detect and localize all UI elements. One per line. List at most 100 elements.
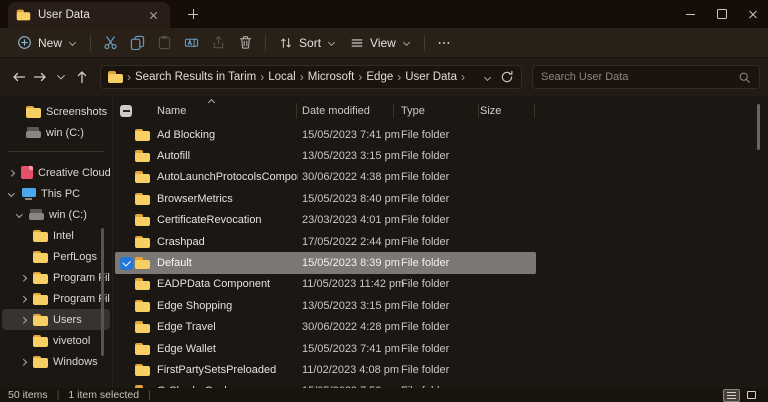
sidebar-item-label: Windows (53, 356, 98, 368)
expander-chevron-icon[interactable] (6, 189, 16, 199)
column-divider[interactable] (393, 103, 394, 118)
breadcrumb-segment[interactable]: User Data (405, 71, 457, 83)
expander-chevron-icon[interactable] (18, 336, 28, 346)
expander-chevron-icon[interactable] (14, 210, 24, 220)
select-all-checkbox[interactable] (120, 105, 132, 117)
column-divider[interactable] (534, 103, 535, 118)
file-name: AutoLaunchProtocolsComponent (157, 171, 298, 183)
file-list-scrollbar[interactable] (757, 104, 760, 150)
minimize-button[interactable] (675, 0, 706, 28)
maximize-button[interactable] (706, 0, 737, 28)
new-tab-button[interactable] (185, 6, 201, 22)
tab-close-icon[interactable] (146, 7, 162, 23)
plus-circle-icon (17, 35, 32, 50)
sidebar-item[interactable]: win (C:) (2, 204, 110, 225)
breadcrumb-segment[interactable]: Search Results in Tarim (135, 71, 256, 83)
up-button[interactable] (71, 66, 92, 88)
expander-chevron-icon[interactable] (18, 252, 28, 262)
cut-button[interactable] (97, 31, 124, 55)
column-divider[interactable] (296, 103, 297, 118)
sidebar-item[interactable]: Windows (2, 351, 110, 372)
breadcrumb-segment[interactable]: Microsoft (308, 71, 355, 83)
sidebar-item[interactable]: Program File (2, 267, 110, 288)
expander-chevron-icon[interactable] (18, 315, 28, 325)
column-header-size[interactable]: Size (480, 105, 536, 117)
expander-chevron-icon[interactable] (18, 294, 28, 304)
file-row[interactable]: Edge Travel 30/06/2022 4:28 pm File fold… (115, 317, 536, 338)
search-placeholder: Search User Data (541, 71, 738, 83)
file-row[interactable]: Ad Blocking 15/05/2023 7:41 pm File fold… (115, 124, 536, 145)
sidebar-item[interactable]: PerfLogs (2, 246, 110, 267)
large-icons-view-button[interactable] (743, 389, 760, 402)
recent-locations-button[interactable] (50, 66, 71, 88)
sidebar-item-label: PerfLogs (53, 251, 97, 263)
sidebar-item-icon (33, 293, 48, 305)
file-row[interactable]: Edge Wallet 15/05/2023 7:41 pm File fold… (115, 338, 536, 359)
column-header-date-modified[interactable]: Date modified (298, 105, 395, 117)
file-row[interactable]: BrowserMetrics 15/05/2023 8:40 pm File f… (115, 188, 536, 209)
sidebar-item-label: win (C:) (49, 209, 87, 221)
sidebar-item[interactable]: Intel (2, 225, 110, 246)
breadcrumb-separator (296, 70, 308, 84)
close-button[interactable] (737, 0, 768, 28)
refresh-button[interactable] (500, 70, 514, 84)
sidebar-item[interactable]: Users (2, 309, 110, 330)
row-checkbox[interactable] (120, 257, 133, 270)
file-row[interactable]: Autofill 13/05/2023 3:15 pm File folder (115, 145, 536, 166)
sidebar-item[interactable]: vivetool (2, 330, 110, 351)
file-name: Default (157, 257, 298, 269)
folder-icon (135, 214, 150, 226)
column-divider[interactable] (478, 103, 479, 118)
share-button[interactable] (205, 31, 232, 55)
file-name: Ad Blocking (157, 129, 298, 141)
sidebar-item[interactable]: This PC (2, 183, 110, 204)
tab-title: User Data (38, 9, 139, 21)
file-name: BrowserMetrics (157, 193, 298, 205)
breadcrumb-segment[interactable]: Local (268, 71, 296, 83)
breadcrumb-segment[interactable]: Edge (366, 71, 393, 83)
folder-icon (135, 321, 150, 333)
file-row[interactable]: Edge Shopping 13/05/2023 3:15 pm File fo… (115, 295, 536, 316)
address-bar[interactable]: Search Results in Tarim Local Microsoft … (100, 65, 522, 89)
sidebar-item-icon (33, 314, 48, 326)
tab-user-data[interactable]: User Data (8, 2, 170, 28)
file-row[interactable]: AutoLaunchProtocolsComponent 30/06/2022 … (115, 167, 536, 188)
column-header-name[interactable]: Name (157, 105, 298, 117)
titlebar: User Data (0, 0, 768, 28)
column-header-type[interactable]: Type (395, 105, 480, 117)
sidebar-item[interactable]: Creative Cloud F (2, 162, 110, 183)
file-row[interactable]: Default 15/05/2023 8:39 pm File folder (115, 252, 536, 273)
details-view-button[interactable] (723, 389, 740, 402)
sidebar-item[interactable]: win (C:) (2, 122, 110, 143)
file-row[interactable]: EADPData Component 11/05/2023 11:42 pm F… (115, 274, 536, 295)
delete-button[interactable] (232, 31, 259, 55)
more-options-button[interactable] (431, 31, 458, 55)
expander-chevron-icon[interactable] (6, 168, 16, 178)
address-dropdown-icon[interactable] (483, 73, 492, 82)
file-row[interactable]: CertificateRevocation 23/03/2023 4:01 pm… (115, 210, 536, 231)
sort-button[interactable]: Sort (272, 33, 343, 53)
breadcrumb-separator (256, 70, 268, 84)
file-row[interactable]: FirstPartySetsPreloaded 11/02/2023 4:08 … (115, 359, 536, 380)
file-row[interactable]: Crashpad 17/05/2022 2:44 pm File folder (115, 231, 536, 252)
forward-button[interactable] (29, 66, 50, 88)
file-name: Autofill (157, 150, 298, 162)
paste-button[interactable] (151, 31, 178, 55)
window-controls (675, 0, 768, 28)
expander-chevron-icon[interactable] (18, 357, 28, 367)
view-button[interactable]: View (343, 33, 418, 53)
sidebar-item[interactable]: Screenshots (2, 101, 110, 122)
sidebar-item[interactable]: Program File (2, 288, 110, 309)
search-input[interactable]: Search User Data (532, 65, 760, 89)
file-type: File folder (395, 321, 480, 333)
expander-chevron-icon[interactable] (18, 231, 28, 241)
copy-button[interactable] (124, 31, 151, 55)
expander-chevron-icon[interactable] (18, 273, 28, 283)
new-button[interactable]: New (10, 32, 84, 53)
sidebar-item-icon (33, 356, 48, 368)
breadcrumb-separator (393, 70, 405, 84)
back-button[interactable] (8, 66, 29, 88)
file-name: EADPData Component (157, 278, 298, 290)
sidebar-scrollbar[interactable] (101, 228, 104, 356)
rename-button[interactable] (178, 31, 205, 55)
